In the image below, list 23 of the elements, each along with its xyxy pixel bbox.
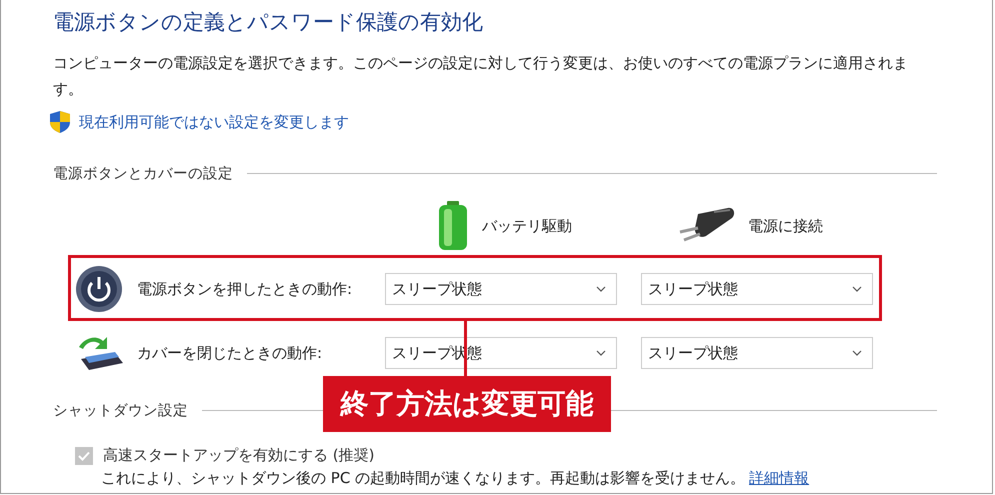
callout-label: 終了方法は変更可能 [323, 376, 611, 432]
option-description: これにより、シャットダウン後の PC の起動時間が速くなります。再起動は影響を受けません。 [101, 469, 746, 487]
setting-label: カバーを閉じたときの動作: [137, 344, 324, 362]
battery-icon [436, 201, 470, 251]
section-heading: 電源ボタンとカバーの設定 [53, 164, 233, 183]
caret-icon [596, 286, 606, 292]
page-description: コンピューターの電源設定を選択できます。このページの設定に対して行う変更は、お使いのすべての電源プランに適用されます。 [53, 53, 909, 100]
admin-settings-link[interactable]: 現在利用可能ではない設定を変更します [79, 112, 349, 132]
shield-icon [49, 110, 71, 134]
setting-label: 電源ボタンを押したときの動作: [137, 280, 354, 298]
column-heading: 電源に接続 [748, 216, 823, 236]
column-heading: バッテリ駆動 [482, 216, 572, 236]
dropdown[interactable]: スリープ状態 [385, 273, 617, 305]
dropdown[interactable]: スリープ状態 [641, 273, 873, 305]
section-heading: シャットダウン設定 [53, 402, 188, 420]
power-icon [75, 265, 123, 313]
caret-icon [596, 350, 606, 356]
checkmark-icon [78, 450, 90, 460]
dropdown[interactable]: スリープ状態 [641, 337, 873, 369]
page-title: 電源ボタンの定義とパスワード保護の有効化 [53, 9, 484, 36]
option-label: 高速スタートアップを有効にする (推奨) [103, 446, 374, 465]
caret-icon [852, 350, 862, 356]
caret-icon [852, 286, 862, 292]
